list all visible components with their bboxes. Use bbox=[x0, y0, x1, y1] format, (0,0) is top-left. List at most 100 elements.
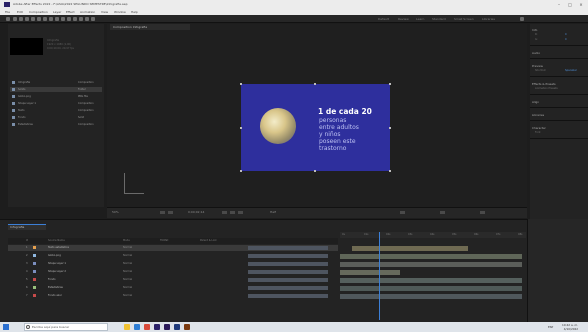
panel-row-value[interactable]: 0 bbox=[565, 38, 567, 41]
layer-duration-bar[interactable] bbox=[340, 254, 522, 259]
layer-mode-dropdown[interactable]: Normal bbox=[123, 254, 132, 257]
timeline-layer-row[interactable]: 1 Texto estadistica Normal bbox=[8, 245, 338, 251]
clone-stamp-tool-icon[interactable] bbox=[73, 17, 77, 21]
panel-heading-character[interactable]: Character bbox=[532, 126, 546, 130]
workspace-libraries[interactable]: Libraries bbox=[482, 17, 495, 21]
layer-duration-bar[interactable] bbox=[352, 246, 468, 251]
snapshot-icon[interactable] bbox=[160, 211, 165, 214]
layer-mode-dropdown[interactable]: Normal bbox=[123, 294, 132, 297]
panel-row-value[interactable]: Spacebar bbox=[565, 69, 577, 72]
layer-parent-dropdown[interactable] bbox=[248, 254, 328, 258]
layer-duration-bar[interactable] bbox=[340, 262, 522, 267]
layer-name[interactable]: Shape Layer 2 bbox=[48, 270, 66, 273]
layer-parent-dropdown[interactable] bbox=[248, 278, 328, 282]
panel-heading-info[interactable]: Info bbox=[532, 28, 537, 32]
after-effects-icon[interactable] bbox=[154, 324, 160, 330]
layer-label-color[interactable] bbox=[33, 254, 36, 257]
menu-edit[interactable]: Edit bbox=[17, 10, 23, 14]
layer-label-color[interactable] bbox=[33, 278, 36, 281]
fast-previews-icon[interactable] bbox=[480, 211, 485, 214]
panel-heading-effects-presets[interactable]: Effects & Presets bbox=[532, 82, 556, 86]
menu-layer[interactable]: Layer bbox=[53, 10, 61, 14]
menu-view[interactable]: View bbox=[101, 10, 108, 14]
puppet-tool-icon[interactable] bbox=[91, 17, 95, 21]
transform-handle[interactable] bbox=[240, 127, 242, 129]
current-time-display[interactable]: 0;00;02;14 bbox=[188, 210, 204, 214]
grid-toggle-icon[interactable] bbox=[222, 211, 227, 214]
column-source-name[interactable]: Source Name bbox=[48, 239, 65, 242]
chrome-icon[interactable] bbox=[144, 324, 150, 330]
transform-handle[interactable] bbox=[389, 83, 391, 85]
view-layout-dropdown[interactable] bbox=[400, 211, 405, 214]
workspace-standard[interactable]: Standard bbox=[432, 17, 446, 21]
panel-row-value[interactable]: 0 bbox=[565, 33, 567, 36]
menu-animation[interactable]: Animation bbox=[80, 10, 95, 14]
timeline-layer-row[interactable]: 4 Shape Layer 2 Normal bbox=[8, 269, 338, 275]
layer-duration-bar[interactable] bbox=[340, 270, 400, 275]
workspace-default[interactable]: Default bbox=[378, 17, 389, 21]
transform-handle[interactable] bbox=[314, 170, 316, 172]
illustrator-icon[interactable] bbox=[184, 324, 190, 330]
layer-name[interactable]: Globo.png bbox=[48, 254, 61, 257]
brush-tool-icon[interactable] bbox=[67, 17, 71, 21]
workspace-small-screen[interactable]: Small Screen bbox=[454, 17, 474, 21]
search-help-icon[interactable] bbox=[520, 17, 524, 21]
panel-heading-align[interactable]: Align bbox=[532, 100, 539, 104]
globe-sphere-image[interactable] bbox=[260, 108, 296, 144]
menu-composition[interactable]: Composition bbox=[29, 10, 48, 14]
language-indicator[interactable]: ESP bbox=[548, 325, 553, 329]
layer-duration-bar[interactable] bbox=[340, 286, 522, 291]
timeline-layer-row[interactable]: 2 Globo.png Normal bbox=[8, 253, 338, 259]
layer-mode-dropdown[interactable]: Normal bbox=[123, 246, 132, 249]
layer-name[interactable]: Shape Layer 1 bbox=[48, 262, 66, 265]
menu-window[interactable]: Window bbox=[114, 10, 126, 14]
transform-handle[interactable] bbox=[389, 170, 391, 172]
transform-handle[interactable] bbox=[240, 83, 242, 85]
zoom-tool-icon[interactable] bbox=[25, 17, 29, 21]
file-explorer-icon[interactable] bbox=[124, 324, 130, 330]
edge-icon[interactable] bbox=[134, 324, 140, 330]
layer-mode-dropdown[interactable]: Normal bbox=[123, 278, 132, 281]
camera-tool-icon[interactable] bbox=[37, 17, 41, 21]
layer-label-color[interactable] bbox=[33, 246, 36, 249]
project-item[interactable]: Solids Folder bbox=[10, 87, 102, 92]
layer-label-color[interactable] bbox=[33, 286, 36, 289]
home-icon[interactable] bbox=[6, 17, 10, 21]
layer-parent-dropdown[interactable] bbox=[248, 262, 328, 266]
timeline-layer-row[interactable]: 5 Fondo Normal bbox=[8, 277, 338, 283]
panel-heading-libraries[interactable]: Libraries bbox=[532, 113, 544, 117]
project-item[interactable]: Globo.png PNG file bbox=[10, 94, 102, 99]
layer-duration-bar[interactable] bbox=[340, 278, 522, 283]
layer-name[interactable]: Texto estadistica bbox=[48, 246, 69, 249]
layer-label-color[interactable] bbox=[33, 262, 36, 265]
project-item[interactable]: Infografia Composition bbox=[10, 80, 102, 85]
region-of-interest-icon[interactable] bbox=[238, 211, 243, 214]
layer-name[interactable]: Fondo bbox=[48, 278, 56, 281]
panel-heading-audio[interactable]: Audio bbox=[532, 51, 540, 55]
timeline-layer-row[interactable]: 6 Estadisticas Normal bbox=[8, 285, 338, 291]
zoom-dropdown[interactable]: 50% bbox=[112, 210, 119, 214]
layer-parent-dropdown[interactable] bbox=[248, 286, 328, 290]
selection-tool-icon[interactable] bbox=[13, 17, 17, 21]
workspace-learn[interactable]: Learn bbox=[416, 17, 424, 21]
transform-handle[interactable] bbox=[240, 170, 242, 172]
layer-mode-dropdown[interactable]: Normal bbox=[123, 262, 132, 265]
project-item[interactable]: Fondo Solid bbox=[10, 115, 102, 120]
rectangle-tool-icon[interactable] bbox=[49, 17, 53, 21]
pan-behind-tool-icon[interactable] bbox=[43, 17, 47, 21]
project-item[interactable]: Shape Layer 1 Composition bbox=[10, 101, 102, 106]
close-icon[interactable]: × bbox=[578, 2, 584, 7]
hand-tool-icon[interactable] bbox=[19, 17, 23, 21]
pen-tool-icon[interactable] bbox=[55, 17, 59, 21]
rotate-tool-icon[interactable] bbox=[31, 17, 35, 21]
taskbar-clock[interactable]: 10:42 a. m. 4/10/2022 bbox=[562, 323, 578, 331]
layer-name[interactable]: Estadisticas bbox=[48, 286, 63, 289]
mask-visibility-icon[interactable] bbox=[230, 211, 235, 214]
menu-effect[interactable]: Effect bbox=[66, 10, 75, 14]
transform-handle[interactable] bbox=[314, 83, 316, 85]
panel-heading-preview[interactable]: Preview bbox=[532, 64, 543, 68]
type-tool-icon[interactable] bbox=[61, 17, 65, 21]
layer-mode-dropdown[interactable]: Normal bbox=[123, 270, 132, 273]
layer-label-color[interactable] bbox=[33, 270, 36, 273]
layer-duration-bar[interactable] bbox=[340, 294, 522, 299]
